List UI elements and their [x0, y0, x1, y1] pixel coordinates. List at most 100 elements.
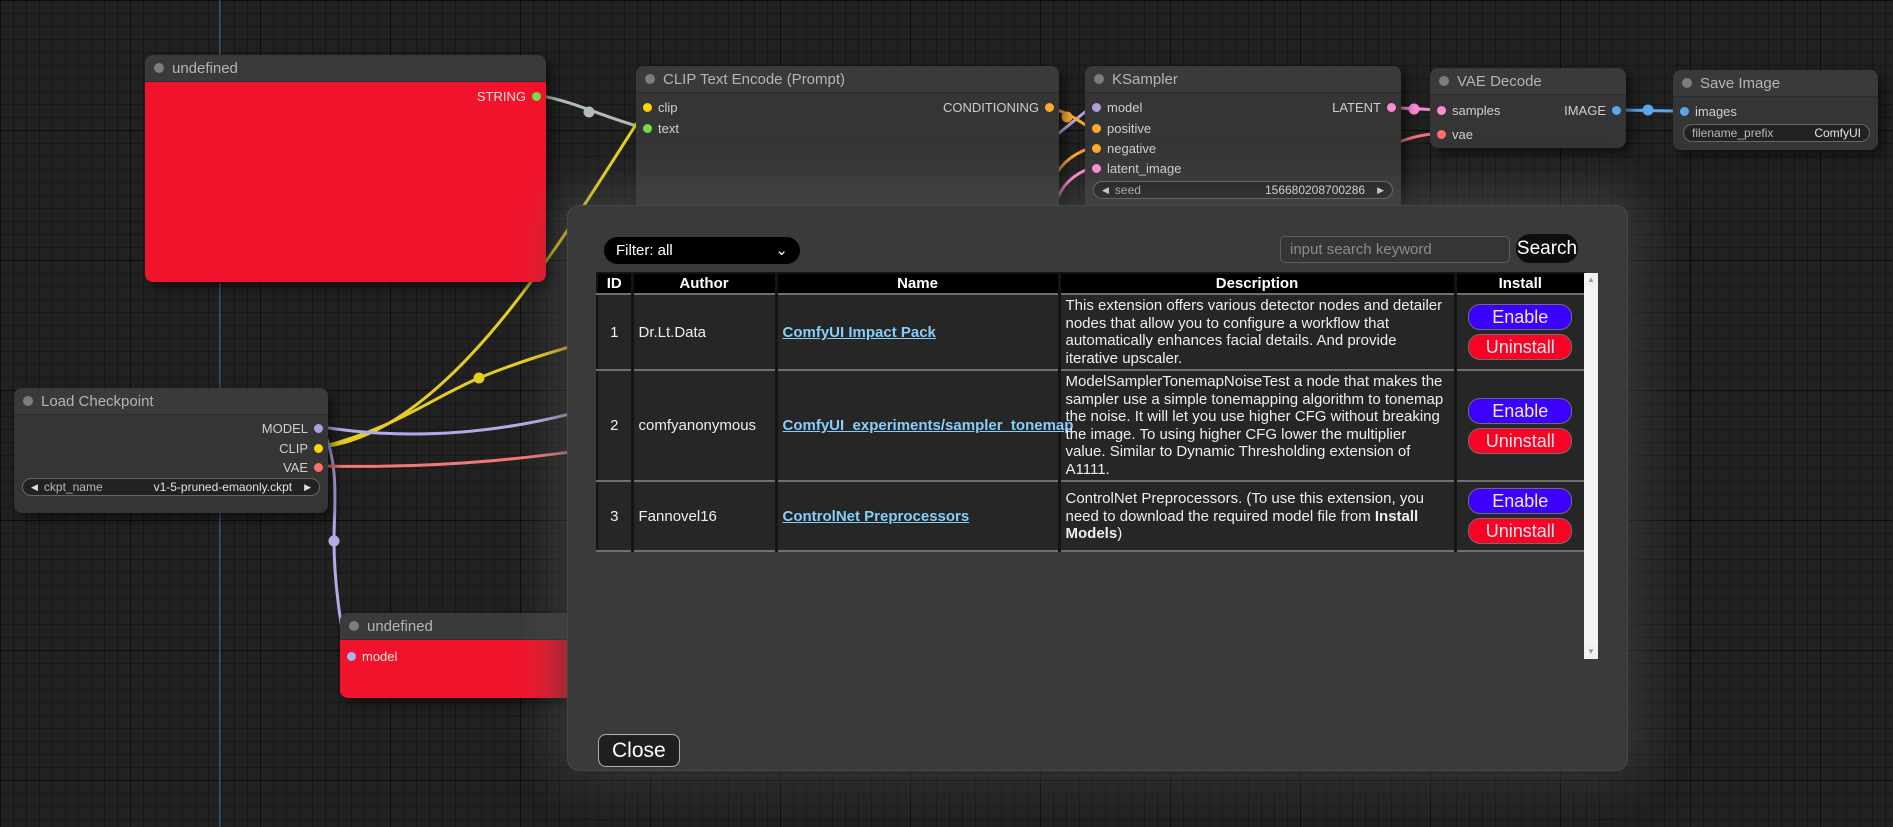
positive-port-icon[interactable] — [1092, 124, 1101, 133]
search-input[interactable] — [1280, 236, 1510, 263]
clip-out-port-icon[interactable] — [314, 444, 323, 453]
clip-port-icon[interactable] — [643, 103, 652, 112]
samples-port-icon[interactable] — [1437, 106, 1446, 115]
node-header[interactable]: Load Checkpoint — [14, 388, 328, 415]
next-arrow-icon[interactable]: ▶ — [304, 482, 311, 493]
table-row: 1Dr.Lt.DataComfyUI Impact PackThis exten… — [597, 294, 1585, 370]
node-collapse-dot[interactable] — [23, 396, 33, 406]
input-positive[interactable]: positive — [1092, 121, 1151, 135]
node-title: undefined — [172, 60, 238, 77]
node-collapse-dot[interactable] — [349, 621, 359, 631]
uninstall-button[interactable]: Uninstall — [1468, 518, 1572, 544]
cell-name: ComfyUI_experiments/sampler_tonemap — [776, 370, 1059, 481]
input-negative[interactable]: negative — [1092, 141, 1156, 155]
extension-link[interactable]: ControlNet Preprocessors — [783, 508, 970, 525]
node-title: CLIP Text Encode (Prompt) — [663, 71, 845, 88]
node-title: VAE Decode — [1457, 73, 1542, 90]
output-conditioning[interactable]: CONDITIONING — [943, 100, 1054, 114]
input-text[interactable]: text — [643, 121, 679, 135]
enable-button[interactable]: Enable — [1468, 398, 1572, 424]
node-collapse-dot[interactable] — [1094, 74, 1104, 84]
scroll-up-icon[interactable]: ▲ — [1584, 273, 1598, 287]
input-samples[interactable]: samples — [1437, 103, 1500, 117]
input-latent-image[interactable]: latent_image — [1092, 161, 1181, 175]
input-model[interactable]: model — [1092, 100, 1142, 114]
cell-install: Enable Uninstall — [1455, 294, 1585, 370]
decrement-arrow-icon[interactable]: ◀ — [1102, 185, 1109, 196]
node-header[interactable]: undefined — [145, 55, 546, 82]
extension-table-body: 1Dr.Lt.DataComfyUI Impact PackThis exten… — [597, 294, 1585, 551]
enable-button[interactable]: Enable — [1468, 304, 1572, 330]
extension-table-container: ID Author Name Description Install 1Dr.L… — [596, 272, 1598, 662]
search-button[interactable]: Search — [1515, 233, 1579, 264]
node-header[interactable]: CLIP Text Encode (Prompt) — [636, 66, 1059, 93]
image-port-icon[interactable] — [1612, 106, 1621, 115]
output-vae[interactable]: VAE — [283, 460, 323, 474]
cell-install: Enable Uninstall — [1455, 481, 1585, 551]
cell-author: Dr.Lt.Data — [632, 294, 776, 370]
model-port-icon[interactable] — [347, 652, 356, 661]
cell-id: 2 — [597, 370, 632, 481]
node-vae-decode[interactable]: VAE Decode samples vae IMAGE — [1430, 68, 1626, 148]
output-model[interactable]: MODEL — [262, 421, 323, 435]
node-collapse-dot[interactable] — [645, 74, 655, 84]
scroll-down-icon[interactable]: ▼ — [1584, 645, 1598, 659]
conditioning-port-icon[interactable] — [1045, 103, 1054, 112]
input-model[interactable]: model — [347, 649, 397, 663]
cell-description: ModelSamplerTonemapNoiseTest a node that… — [1059, 370, 1455, 481]
extension-table: ID Author Name Description Install 1Dr.L… — [596, 272, 1586, 552]
input-images[interactable]: images — [1680, 104, 1737, 118]
prev-arrow-icon[interactable]: ◀ — [31, 482, 38, 493]
uninstall-button[interactable]: Uninstall — [1468, 428, 1572, 454]
header-name: Name — [776, 273, 1059, 294]
text-port-icon[interactable] — [643, 124, 652, 133]
increment-arrow-icon[interactable]: ▶ — [1377, 185, 1384, 196]
input-vae[interactable]: vae — [1437, 127, 1473, 141]
node-save-image[interactable]: Save Image images filename_prefix ComfyU… — [1673, 70, 1878, 150]
filename-prefix-widget[interactable]: filename_prefix ComfyUI — [1683, 124, 1870, 142]
cell-author: Fannovel16 — [632, 481, 776, 551]
node-header[interactable]: VAE Decode — [1430, 68, 1626, 95]
node-title: undefined — [367, 618, 433, 635]
node-header[interactable]: KSampler — [1085, 66, 1401, 93]
table-scrollbar[interactable]: ▲ ▼ — [1584, 273, 1598, 659]
filter-select-value: Filter: all — [616, 242, 673, 259]
ckpt-name-value: v1-5-pruned-emaonly.ckpt — [154, 480, 293, 494]
node-collapse-dot[interactable] — [1439, 76, 1449, 86]
latent-port-icon[interactable] — [1092, 164, 1101, 173]
string-port-icon[interactable] — [532, 92, 541, 101]
node-collapse-dot[interactable] — [154, 63, 164, 73]
output-string[interactable]: STRING — [477, 89, 541, 103]
extension-link[interactable]: ComfyUI Impact Pack — [783, 324, 936, 341]
seed-widget[interactable]: ◀ seed 156680208700286 ▶ — [1093, 181, 1393, 199]
node-graph-canvas[interactable]: undefined STRING CLIP Text Encode (Promp… — [0, 0, 1893, 827]
header-author: Author — [632, 273, 776, 294]
wire-image — [1618, 110, 1678, 111]
reroute-dot-image — [1643, 105, 1654, 116]
node-undefined-top[interactable]: undefined STRING — [145, 55, 546, 282]
reroute-dot-conditioning — [1062, 112, 1073, 123]
output-latent[interactable]: LATENT — [1332, 100, 1396, 114]
images-port-icon[interactable] — [1680, 107, 1689, 116]
output-image[interactable]: IMAGE — [1564, 103, 1621, 117]
node-collapse-dot[interactable] — [1682, 78, 1692, 88]
extension-link[interactable]: ComfyUI_experiments/sampler_tonemap — [783, 417, 1074, 434]
table-row: 3Fannovel16ControlNet PreprocessorsContr… — [597, 481, 1585, 551]
output-clip[interactable]: CLIP — [279, 441, 323, 455]
vae-out-port-icon[interactable] — [314, 463, 323, 472]
node-load-checkpoint[interactable]: Load Checkpoint MODEL CLIP VAE ◀ ckpt_na… — [14, 388, 328, 513]
uninstall-button[interactable]: Uninstall — [1468, 334, 1572, 360]
input-clip[interactable]: clip — [643, 100, 678, 114]
negative-port-icon[interactable] — [1092, 144, 1101, 153]
reroute-dot-clip — [474, 373, 485, 384]
model-port-icon[interactable] — [1092, 103, 1101, 112]
enable-button[interactable]: Enable — [1468, 488, 1572, 514]
model-out-port-icon[interactable] — [314, 424, 323, 433]
ckpt-name-label: ckpt_name — [44, 480, 103, 494]
filter-select[interactable]: Filter: all ⌄ — [604, 237, 800, 264]
latent-out-port-icon[interactable] — [1387, 103, 1396, 112]
close-button[interactable]: Close — [598, 734, 680, 767]
vae-port-icon[interactable] — [1437, 130, 1446, 139]
node-header[interactable]: Save Image — [1673, 70, 1878, 97]
ckpt-name-widget[interactable]: ◀ ckpt_name v1-5-pruned-emaonly.ckpt ▶ — [22, 478, 320, 496]
